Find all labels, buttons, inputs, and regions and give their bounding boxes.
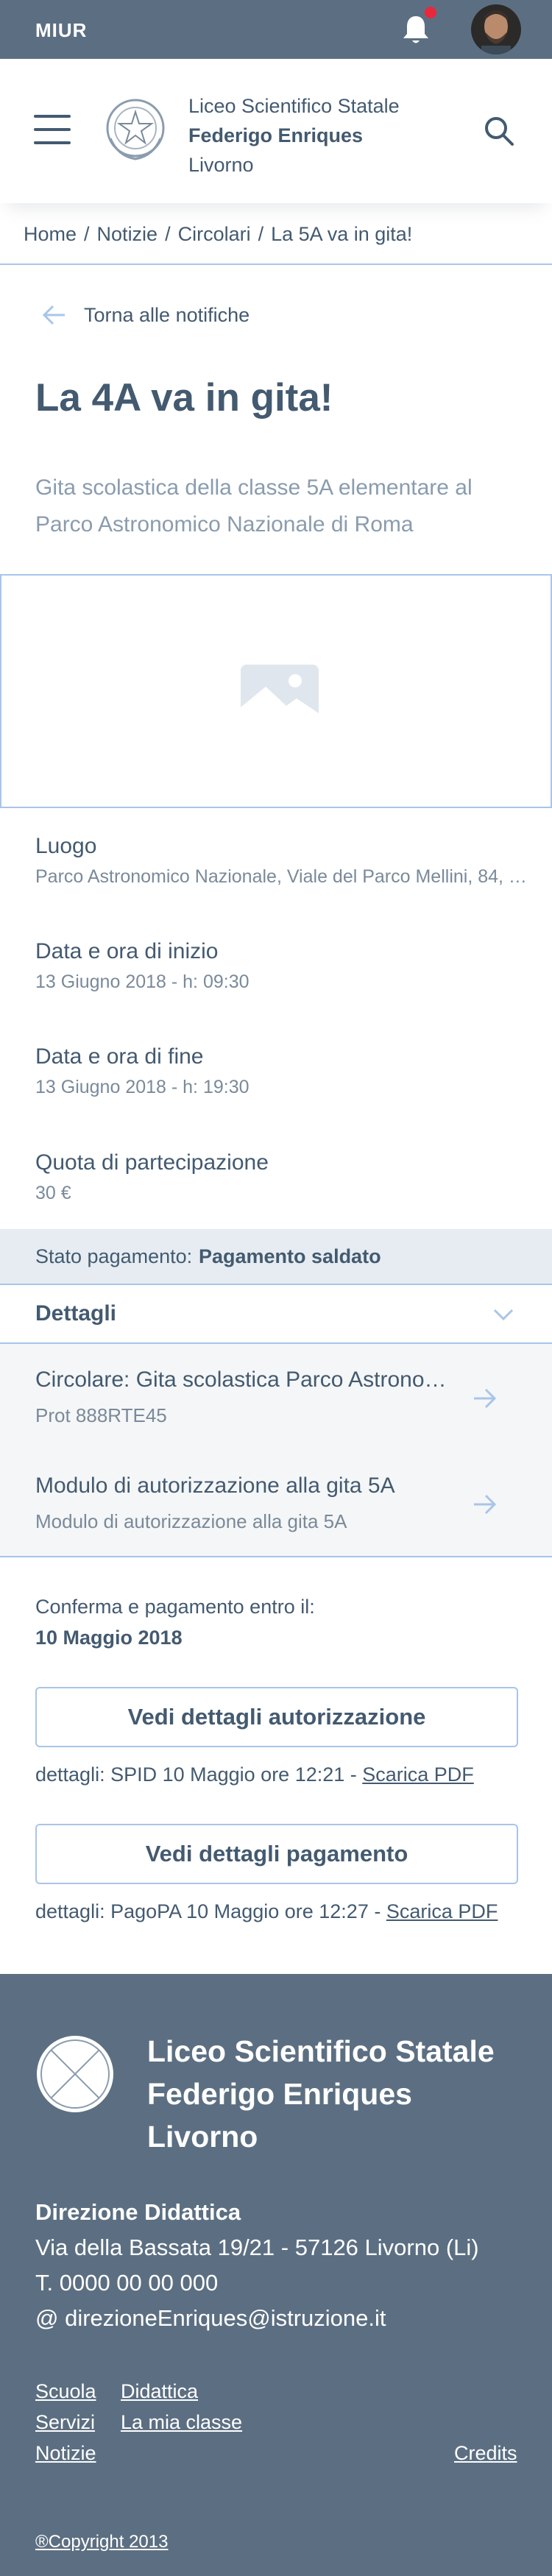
footer-school-line2: Federigo Enriques xyxy=(147,2077,412,2111)
info-end: Data e ora di fine 13 Giugno 2018 - h: 1… xyxy=(35,1044,536,1098)
arrow-right-icon xyxy=(474,1494,497,1515)
deadline-value: 10 Maggio 2018 xyxy=(35,1627,183,1649)
footer-contacts: Direzione Didattica Via della Bassata 19… xyxy=(35,2195,479,2336)
school-name-line3: Livorno xyxy=(188,154,254,176)
document-item-modulo[interactable]: Modulo di autorizzazione alla gita 5A Mo… xyxy=(0,1450,552,1557)
breadcrumb: Home / Notizie / Circolari / La 5A va in gita! xyxy=(24,223,413,245)
back-link-label: Torna alle notifiche xyxy=(84,303,250,326)
info-start: Data e ora di inizio 13 Giugno 2018 - h:… xyxy=(35,939,536,993)
site-header: Liceo Scientifico Statale Federigo Enriq… xyxy=(0,59,552,203)
view-authorization-button[interactable]: Vedi dettagli autorizzazione xyxy=(35,1687,518,1747)
deadline-label: Conferma e pagamento entro il: xyxy=(35,1596,315,1618)
view-payment-button[interactable]: Vedi dettagli pagamento xyxy=(35,1824,518,1884)
info-fee: Quota di partecipazione 30 € xyxy=(35,1150,536,1204)
info-value: 30 € xyxy=(35,1183,71,1203)
arrow-right-icon xyxy=(474,1388,497,1409)
back-link[interactable]: Torna alle notifiche xyxy=(41,302,250,328)
payment-status-value: Pagamento saldato xyxy=(199,1245,381,1267)
footer-email: @ direzioneEnriques@istruzione.it xyxy=(35,2305,386,2331)
footer-link-didattica[interactable]: Didattica xyxy=(121,2380,198,2403)
page-title: La 4A va in gita! xyxy=(35,376,333,420)
school-name-line2: Federigo Enriques xyxy=(188,124,364,146)
authorization-details: dettagli: SPID 10 Maggio ore 12:21 - Sca… xyxy=(35,1763,474,1786)
payment-status-label: Stato pagamento: xyxy=(35,1245,193,1267)
hamburger-icon[interactable] xyxy=(34,115,71,144)
footer-school-line1: Liceo Scientifico Statale xyxy=(147,2034,495,2068)
document-item-circolare[interactable]: Circolare: Gita scolastica Parco Astrono… xyxy=(0,1344,552,1451)
footer-phone: T. 0000 00 00 000 xyxy=(35,2270,219,2296)
breadcrumb-current: La 5A va in gita! xyxy=(271,223,413,245)
republic-emblem-icon xyxy=(106,99,165,160)
logo-placeholder-icon xyxy=(37,2036,113,2112)
payment-details: dettagli: PagoPA 10 Maggio ore 12:27 - S… xyxy=(35,1900,498,1923)
footer-school-line3: Livorno xyxy=(147,2120,258,2154)
footer-heading: Direzione Didattica xyxy=(35,2199,241,2225)
brand-label[interactable]: MIUR xyxy=(35,19,87,42)
footer-address: Via della Bassata 19/21 - 57126 Livorno … xyxy=(35,2234,479,2260)
document-title: Modulo di autorizzazione alla gita 5A xyxy=(35,1473,395,1498)
info-label: Data e ora di fine xyxy=(35,1044,204,1069)
breadcrumb-divider xyxy=(0,263,552,265)
info-value: 13 Giugno 2018 - h: 19:30 xyxy=(35,1077,250,1097)
breadcrumb-home[interactable]: Home xyxy=(24,223,77,245)
document-subtitle: Prot 888RTE45 xyxy=(35,1404,167,1426)
payment-details-text: dettagli: PagoPA 10 Maggio ore 12:27 - xyxy=(35,1900,386,1922)
details-accordion[interactable]: Dettagli xyxy=(0,1285,552,1344)
payment-status-bar: Stato pagamento: Pagamento saldato xyxy=(0,1229,552,1285)
document-title: Circolare: Gita scolastica Parco Astrono… xyxy=(35,1367,462,1392)
chevron-down-icon xyxy=(493,1309,514,1321)
breadcrumb-circolari[interactable]: Circolari xyxy=(178,223,251,245)
site-footer: Liceo Scientifico Statale Federigo Enriq… xyxy=(0,1974,552,2576)
search-icon[interactable] xyxy=(483,115,515,147)
authorization-pdf-link[interactable]: Scarica PDF xyxy=(362,1763,474,1786)
footer-link-scuola[interactable]: Scuola xyxy=(35,2380,96,2403)
image-placeholder xyxy=(0,574,552,808)
notification-badge xyxy=(422,4,439,21)
authorization-details-text: dettagli: SPID 10 Maggio ore 12:21 - xyxy=(35,1763,363,1786)
breadcrumb-notizie[interactable]: Notizie xyxy=(97,223,158,245)
school-name[interactable]: Liceo Scientifico Statale Federigo Enriq… xyxy=(188,91,400,180)
payment-pdf-link[interactable]: Scarica PDF xyxy=(386,1900,498,1922)
page-subtitle: Gita scolastica della classe 5A elementa… xyxy=(35,475,473,537)
avatar[interactable] xyxy=(471,4,521,54)
footer-school-name: Liceo Scientifico Statale Federigo Enriq… xyxy=(147,2030,495,2158)
info-label: Luogo xyxy=(35,834,97,858)
info-value: Parco Astronomico Nazionale, Viale del P… xyxy=(35,866,536,887)
school-name-line1: Liceo Scientifico Statale xyxy=(188,95,400,117)
footer-link-servizi[interactable]: Servizi xyxy=(35,2411,95,2434)
footer-link-mia-classe[interactable]: La mia classe xyxy=(121,2411,242,2434)
info-label: Quota di partecipazione xyxy=(35,1150,269,1175)
footer-link-notizie[interactable]: Notizie xyxy=(35,2442,96,2465)
info-value: 13 Giugno 2018 - h: 09:30 xyxy=(35,972,250,992)
footer-link-credits[interactable]: Credits xyxy=(454,2442,517,2465)
top-bar: MIUR xyxy=(0,0,552,59)
info-label: Data e ora di inizio xyxy=(35,939,219,963)
footer-copyright[interactable]: ®Copyright 2013 xyxy=(35,2532,168,2552)
document-subtitle: Modulo di autorizzazione alla gita 5A xyxy=(35,1510,347,1532)
info-place: Luogo Parco Astronomico Nazionale, Viale… xyxy=(35,834,536,888)
details-label: Dettagli xyxy=(35,1301,117,1326)
image-icon xyxy=(241,665,319,721)
arrow-left-icon xyxy=(42,305,65,325)
